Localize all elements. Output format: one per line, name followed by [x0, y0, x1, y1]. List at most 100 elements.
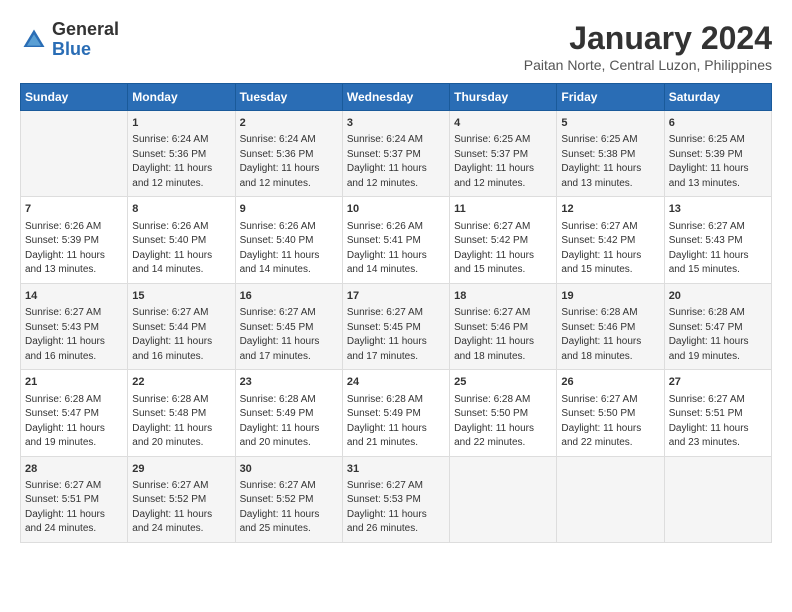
- calendar-cell: 8 Sunrise: 6:26 AMSunset: 5:40 PMDaylight…: [128, 197, 235, 283]
- day-header-sunday: Sunday: [21, 84, 128, 111]
- day-number: 23: [240, 375, 338, 390]
- day-header-friday: Friday: [557, 84, 664, 111]
- calendar-cell: 30Sunrise: 6:27 AMSunset: 5:52 PMDayligh…: [235, 456, 342, 542]
- cell-content: Sunrise: 6:27 AMSunset: 5:43 PMDaylight:…: [669, 221, 749, 276]
- day-number: 21: [25, 375, 123, 390]
- calendar-header-row: SundayMondayTuesdayWednesdayThursdayFrid…: [21, 84, 772, 111]
- calendar-cell: 27Sunrise: 6:27 AMSunset: 5:51 PMDayligh…: [664, 370, 771, 456]
- location: Paitan Norte, Central Luzon, Philippines: [524, 57, 772, 73]
- cell-content: Sunrise: 6:27 AMSunset: 5:52 PMDaylight:…: [132, 480, 212, 535]
- cell-content: Sunrise: 6:27 AMSunset: 5:51 PMDaylight:…: [25, 480, 105, 535]
- calendar-cell: 25 Sunrise: 6:28 AMSunset: 5:50 PMDayligh…: [450, 370, 557, 456]
- cell-content: Sunrise: 6:25 AMSunset: 5:39 PMDaylight:…: [669, 134, 749, 189]
- cell-content: Sunrise: 6:27 AMSunset: 5:45 PMDaylight:…: [240, 307, 320, 362]
- calendar-cell: 20Sunrise: 6:28 AMSunset: 5:47 PMDayligh…: [664, 283, 771, 369]
- logo-icon: [20, 26, 48, 54]
- calendar-cell: 7 Sunrise: 6:26 AMSunset: 5:39 PMDaylight…: [21, 197, 128, 283]
- cell-content: Sunrise: 6:26 AMSunset: 5:41 PMDaylight:…: [347, 221, 427, 276]
- day-number: 4: [454, 116, 552, 131]
- cell-content: Sunrise: 6:25 AMSunset: 5:38 PMDaylight:…: [561, 134, 641, 189]
- day-number: 26: [561, 375, 659, 390]
- cell-content: Sunrise: 6:28 AMSunset: 5:49 PMDaylight:…: [347, 394, 427, 449]
- calendar-cell: 13 Sunrise: 6:27 AMSunset: 5:43 PMDayligh…: [664, 197, 771, 283]
- cell-content: Sunrise: 6:26 AMSunset: 5:40 PMDaylight:…: [240, 221, 320, 276]
- cell-content: Sunrise: 6:26 AMSunset: 5:39 PMDaylight:…: [25, 221, 105, 276]
- week-row-5: 28Sunrise: 6:27 AMSunset: 5:51 PMDayligh…: [21, 456, 772, 542]
- calendar-cell: 16 Sunrise: 6:27 AMSunset: 5:45 PMDayligh…: [235, 283, 342, 369]
- month-title: January 2024: [524, 20, 772, 57]
- calendar-cell: [21, 111, 128, 197]
- day-number: 17: [347, 289, 445, 304]
- week-row-1: 1 Sunrise: 6:24 AMSunset: 5:36 PMDaylight…: [21, 111, 772, 197]
- day-number: 12: [561, 202, 659, 217]
- calendar-cell: 9 Sunrise: 6:26 AMSunset: 5:40 PMDaylight…: [235, 197, 342, 283]
- calendar-cell: 12 Sunrise: 6:27 AMSunset: 5:42 PMDayligh…: [557, 197, 664, 283]
- cell-content: Sunrise: 6:25 AMSunset: 5:37 PMDaylight:…: [454, 134, 534, 189]
- cell-content: Sunrise: 6:24 AMSunset: 5:37 PMDaylight:…: [347, 134, 427, 189]
- calendar-cell: 28Sunrise: 6:27 AMSunset: 5:51 PMDayligh…: [21, 456, 128, 542]
- day-number: 16: [240, 289, 338, 304]
- calendar-cell: 15 Sunrise: 6:27 AMSunset: 5:44 PMDayligh…: [128, 283, 235, 369]
- title-block: January 2024 Paitan Norte, Central Luzon…: [524, 20, 772, 73]
- calendar-cell: 19 Sunrise: 6:28 AMSunset: 5:46 PMDayligh…: [557, 283, 664, 369]
- cell-content: Sunrise: 6:27 AMSunset: 5:45 PMDaylight:…: [347, 307, 427, 362]
- calendar-cell: 14Sunrise: 6:27 AMSunset: 5:43 PMDayligh…: [21, 283, 128, 369]
- calendar-cell: 26 Sunrise: 6:27 AMSunset: 5:50 PMDayligh…: [557, 370, 664, 456]
- week-row-3: 14Sunrise: 6:27 AMSunset: 5:43 PMDayligh…: [21, 283, 772, 369]
- day-number: 9: [240, 202, 338, 217]
- calendar-cell: 10 Sunrise: 6:26 AMSunset: 5:41 PMDayligh…: [342, 197, 449, 283]
- day-number: 25: [454, 375, 552, 390]
- calendar-cell: [557, 456, 664, 542]
- day-number: 3: [347, 116, 445, 131]
- day-header-tuesday: Tuesday: [235, 84, 342, 111]
- cell-content: Sunrise: 6:28 AMSunset: 5:47 PMDaylight:…: [25, 394, 105, 449]
- logo: General Blue: [20, 20, 119, 60]
- day-number: 10: [347, 202, 445, 217]
- cell-content: Sunrise: 6:24 AMSunset: 5:36 PMDaylight:…: [132, 134, 212, 189]
- page-header: General Blue January 2024 Paitan Norte, …: [20, 20, 772, 73]
- calendar-cell: 11 Sunrise: 6:27 AMSunset: 5:42 PMDayligh…: [450, 197, 557, 283]
- day-header-monday: Monday: [128, 84, 235, 111]
- cell-content: Sunrise: 6:27 AMSunset: 5:50 PMDaylight:…: [561, 394, 641, 449]
- calendar-cell: 22Sunrise: 6:28 AMSunset: 5:48 PMDayligh…: [128, 370, 235, 456]
- calendar-cell: 21 Sunrise: 6:28 AMSunset: 5:47 PMDayligh…: [21, 370, 128, 456]
- day-number: 20: [669, 289, 767, 304]
- day-number: 6: [669, 116, 767, 131]
- day-number: 8: [132, 202, 230, 217]
- logo-text: General Blue: [52, 20, 119, 60]
- day-number: 1: [132, 116, 230, 131]
- day-number: 31: [347, 462, 445, 477]
- calendar-table: SundayMondayTuesdayWednesdayThursdayFrid…: [20, 83, 772, 543]
- calendar-cell: 5Sunrise: 6:25 AMSunset: 5:38 PMDaylight…: [557, 111, 664, 197]
- calendar-cell: 6 Sunrise: 6:25 AMSunset: 5:39 PMDaylight…: [664, 111, 771, 197]
- day-number: 13: [669, 202, 767, 217]
- calendar-cell: [664, 456, 771, 542]
- cell-content: Sunrise: 6:26 AMSunset: 5:40 PMDaylight:…: [132, 221, 212, 276]
- calendar-cell: 31 Sunrise: 6:27 AMSunset: 5:53 PMDayligh…: [342, 456, 449, 542]
- calendar-cell: 24Sunrise: 6:28 AMSunset: 5:49 PMDayligh…: [342, 370, 449, 456]
- day-number: 15: [132, 289, 230, 304]
- cell-content: Sunrise: 6:28 AMSunset: 5:46 PMDaylight:…: [561, 307, 641, 362]
- calendar-cell: 3 Sunrise: 6:24 AMSunset: 5:37 PMDaylight…: [342, 111, 449, 197]
- cell-content: Sunrise: 6:27 AMSunset: 5:42 PMDaylight:…: [454, 221, 534, 276]
- cell-content: Sunrise: 6:27 AMSunset: 5:52 PMDaylight:…: [240, 480, 320, 535]
- day-number: 19: [561, 289, 659, 304]
- cell-content: Sunrise: 6:27 AMSunset: 5:44 PMDaylight:…: [132, 307, 212, 362]
- day-number: 2: [240, 116, 338, 131]
- day-number: 11: [454, 202, 552, 217]
- cell-content: Sunrise: 6:28 AMSunset: 5:50 PMDaylight:…: [454, 394, 534, 449]
- cell-content: Sunrise: 6:27 AMSunset: 5:42 PMDaylight:…: [561, 221, 641, 276]
- cell-content: Sunrise: 6:27 AMSunset: 5:53 PMDaylight:…: [347, 480, 427, 535]
- day-header-thursday: Thursday: [450, 84, 557, 111]
- cell-content: Sunrise: 6:27 AMSunset: 5:51 PMDaylight:…: [669, 394, 749, 449]
- day-header-wednesday: Wednesday: [342, 84, 449, 111]
- calendar-cell: 23 Sunrise: 6:28 AMSunset: 5:49 PMDayligh…: [235, 370, 342, 456]
- calendar-cell: 18Sunrise: 6:27 AMSunset: 5:46 PMDayligh…: [450, 283, 557, 369]
- cell-content: Sunrise: 6:24 AMSunset: 5:36 PMDaylight:…: [240, 134, 320, 189]
- cell-content: Sunrise: 6:28 AMSunset: 5:49 PMDaylight:…: [240, 394, 320, 449]
- day-header-saturday: Saturday: [664, 84, 771, 111]
- week-row-2: 7 Sunrise: 6:26 AMSunset: 5:39 PMDaylight…: [21, 197, 772, 283]
- day-number: 7: [25, 202, 123, 217]
- cell-content: Sunrise: 6:27 AMSunset: 5:46 PMDaylight:…: [454, 307, 534, 362]
- calendar-cell: 1 Sunrise: 6:24 AMSunset: 5:36 PMDaylight…: [128, 111, 235, 197]
